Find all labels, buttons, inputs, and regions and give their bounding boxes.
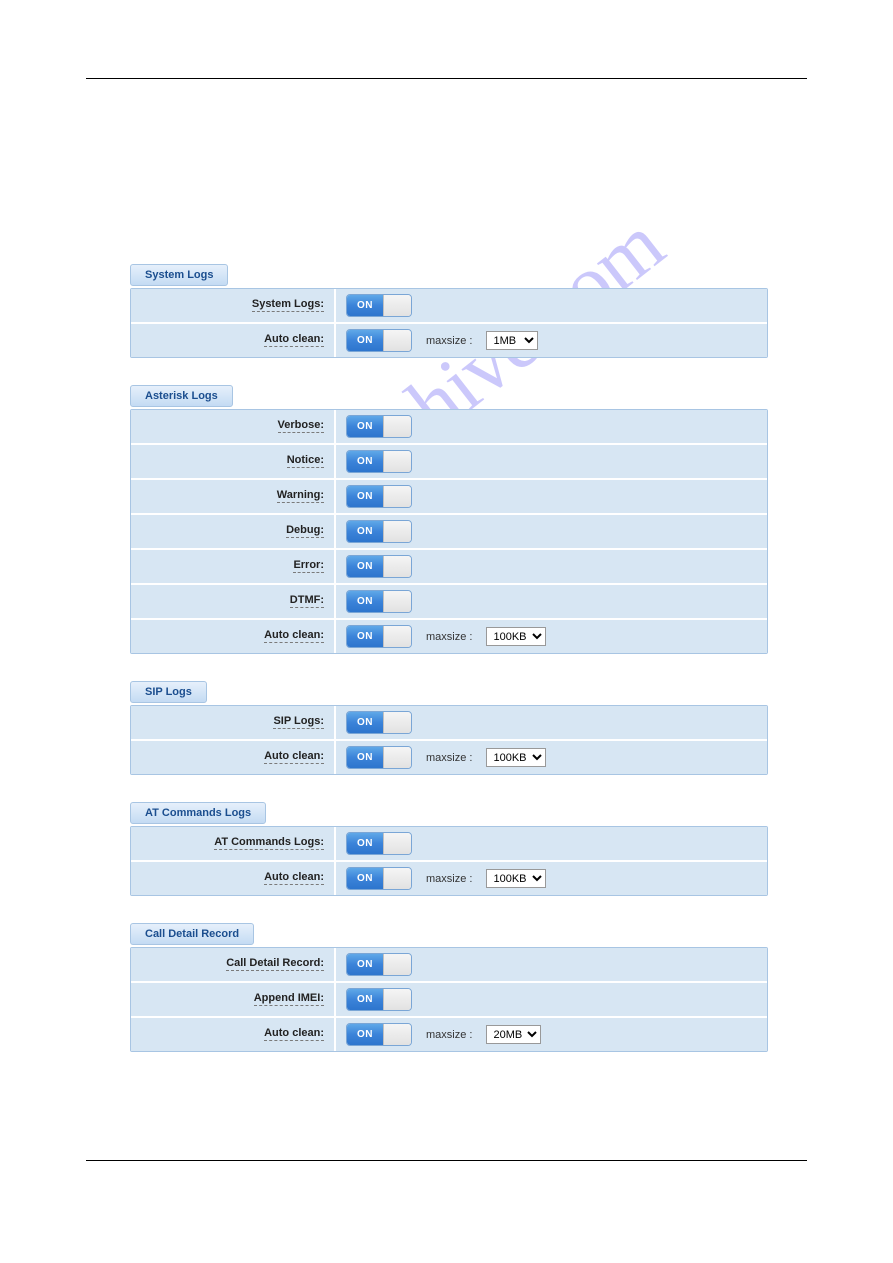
toggle-debug[interactable]: ON — [346, 520, 412, 543]
row-verbose: Verbose: ON — [131, 410, 767, 445]
row-sip-auto-clean: Auto clean: ON maxsize : 100KB — [131, 741, 767, 774]
label-system-auto-clean: Auto clean: — [131, 324, 336, 357]
row-asterisk-auto-clean: Auto clean: ON maxsize : 100KB — [131, 620, 767, 653]
label-asterisk-auto-clean: Auto clean: — [131, 620, 336, 653]
label-sip-logs: SIP Logs: — [131, 706, 336, 739]
label-warning: Warning: — [131, 480, 336, 513]
bottom-divider — [86, 1160, 807, 1161]
row-sip-logs: SIP Logs: ON — [131, 706, 767, 741]
label-sip-auto-clean: Auto clean: — [131, 741, 336, 774]
toggle-asterisk-auto-clean[interactable]: ON — [346, 625, 412, 648]
toggle-warning[interactable]: ON — [346, 485, 412, 508]
row-debug: Debug: ON — [131, 515, 767, 550]
toggle-sip-logs[interactable]: ON — [346, 711, 412, 734]
toggle-sip-auto-clean[interactable]: ON — [346, 746, 412, 769]
row-system-logs: System Logs: ON — [131, 289, 767, 324]
label-verbose: Verbose: — [131, 410, 336, 443]
toggle-verbose[interactable]: ON — [346, 415, 412, 438]
toggle-at-auto-clean[interactable]: ON — [346, 867, 412, 890]
label-system-logs: System Logs: — [131, 289, 336, 322]
select-asterisk-maxsize[interactable]: 100KB — [486, 627, 546, 646]
toggle-call-detail-record[interactable]: ON — [346, 953, 412, 976]
section-title-call-detail-record: Call Detail Record — [130, 923, 254, 945]
maxsize-label: maxsize : — [426, 873, 472, 885]
row-append-imei: Append IMEI: ON — [131, 983, 767, 1018]
maxsize-label: maxsize : — [426, 1029, 472, 1041]
label-debug: Debug: — [131, 515, 336, 548]
row-at-commands-logs: AT Commands Logs: ON — [131, 827, 767, 862]
label-notice: Notice: — [131, 445, 336, 478]
toggle-system-logs[interactable]: ON — [346, 294, 412, 317]
row-at-auto-clean: Auto clean: ON maxsize : 100KB — [131, 862, 767, 895]
toggle-notice[interactable]: ON — [346, 450, 412, 473]
panel-sip-logs: SIP Logs: ON Auto clean: ON maxsize : 10… — [130, 705, 768, 775]
section-title-asterisk-logs: Asterisk Logs — [130, 385, 233, 407]
row-system-auto-clean: Auto clean: ON maxsize : 1MB — [131, 324, 767, 357]
settings-form: System Logs System Logs: ON Auto clean: … — [130, 264, 768, 1052]
row-cdr-auto-clean: Auto clean: ON maxsize : 20MB — [131, 1018, 767, 1051]
row-call-detail-record: Call Detail Record: ON — [131, 948, 767, 983]
panel-call-detail-record: Call Detail Record: ON Append IMEI: ON A… — [130, 947, 768, 1052]
toggle-append-imei[interactable]: ON — [346, 988, 412, 1011]
panel-system-logs: System Logs: ON Auto clean: ON maxsize :… — [130, 288, 768, 358]
toggle-error[interactable]: ON — [346, 555, 412, 578]
toggle-at-commands-logs[interactable]: ON — [346, 832, 412, 855]
maxsize-label: maxsize : — [426, 752, 472, 764]
toggle-cdr-auto-clean[interactable]: ON — [346, 1023, 412, 1046]
label-at-commands-logs: AT Commands Logs: — [131, 827, 336, 860]
toggle-system-auto-clean[interactable]: ON — [346, 329, 412, 352]
select-at-maxsize[interactable]: 100KB — [486, 869, 546, 888]
section-title-system-logs: System Logs — [130, 264, 228, 286]
top-divider — [86, 78, 807, 79]
maxsize-label: maxsize : — [426, 335, 472, 347]
label-dtmf: DTMF: — [131, 585, 336, 618]
label-call-detail-record: Call Detail Record: — [131, 948, 336, 981]
select-sip-maxsize[interactable]: 100KB — [486, 748, 546, 767]
panel-asterisk-logs: Verbose: ON Notice: ON Warning: ON Debug… — [130, 409, 768, 654]
select-system-maxsize[interactable]: 1MB — [486, 331, 538, 350]
row-warning: Warning: ON — [131, 480, 767, 515]
toggle-dtmf[interactable]: ON — [346, 590, 412, 613]
label-error: Error: — [131, 550, 336, 583]
section-title-at-commands-logs: AT Commands Logs — [130, 802, 266, 824]
maxsize-label: maxsize : — [426, 631, 472, 643]
label-cdr-auto-clean: Auto clean: — [131, 1018, 336, 1051]
label-append-imei: Append IMEI: — [131, 983, 336, 1016]
row-dtmf: DTMF: ON — [131, 585, 767, 620]
panel-at-commands-logs: AT Commands Logs: ON Auto clean: ON maxs… — [130, 826, 768, 896]
label-at-auto-clean: Auto clean: — [131, 862, 336, 895]
select-cdr-maxsize[interactable]: 20MB — [486, 1025, 541, 1044]
section-title-sip-logs: SIP Logs — [130, 681, 207, 703]
row-error: Error: ON — [131, 550, 767, 585]
row-notice: Notice: ON — [131, 445, 767, 480]
